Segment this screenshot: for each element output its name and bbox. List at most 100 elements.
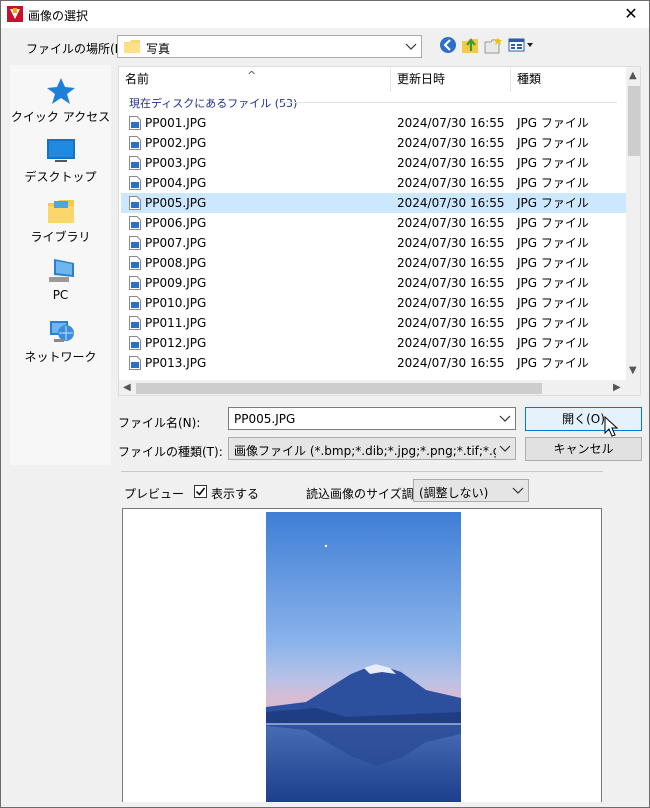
open-button[interactable]: 開く(O) — [525, 407, 642, 431]
scroll-right-icon[interactable]: ▶ — [613, 382, 621, 393]
file-name: PP001.JPG — [145, 116, 207, 130]
close-button[interactable]: ✕ — [619, 3, 643, 25]
file-name: PP003.JPG — [145, 156, 207, 170]
file-row[interactable]: PP011.JPG 2024/07/30 16:55 JPG ファイル — [121, 313, 626, 333]
place-label: デスクトップ — [24, 170, 97, 184]
jpg-file-icon — [129, 176, 141, 190]
column-header-type[interactable]: 種類 — [511, 67, 626, 92]
file-type: JPG ファイル — [517, 156, 589, 170]
column-header-label: 名前 — [125, 72, 150, 86]
star-icon — [46, 78, 75, 104]
back-icon[interactable] — [438, 35, 460, 55]
file-row[interactable]: PP013.JPG 2024/07/30 16:55 JPG ファイル — [121, 353, 626, 373]
open-button-label: 開く(O) — [562, 412, 605, 426]
scroll-up-icon[interactable]: ▲ — [629, 70, 637, 81]
file-name: PP005.JPG — [145, 196, 207, 210]
cancel-button-label: キャンセル — [553, 442, 614, 456]
vertical-scrollbar[interactable]: ▲ ▼ — [626, 67, 640, 380]
window-title: 画像の選択 — [28, 9, 89, 23]
filetype-dropdown[interactable]: 画像ファイル (*.bmp;*.dib;*.jpg;*.png;*.tif;*.… — [228, 437, 516, 460]
file-row[interactable]: PP008.JPG 2024/07/30 16:55 JPG ファイル — [121, 253, 626, 273]
file-type: JPG ファイル — [517, 236, 589, 250]
jpg-file-icon — [129, 116, 141, 130]
chevron-down-icon[interactable] — [499, 413, 511, 423]
lookin-dropdown[interactable]: 写真 — [117, 35, 422, 58]
column-header-date[interactable]: 更新日時 — [391, 67, 511, 92]
library-folder-icon — [47, 200, 74, 223]
places-bar: クイック アクセス デスクトップ ライブラリ PC ネットワーク — [10, 65, 111, 465]
jpg-file-icon — [129, 356, 141, 370]
file-row[interactable]: PP012.JPG 2024/07/30 16:55 JPG ファイル — [121, 333, 626, 353]
file-name: PP013.JPG — [145, 356, 207, 370]
chevron-down-icon — [499, 445, 511, 452]
size-adjust-label: 読込画像のサイズ調 — [306, 487, 414, 501]
file-name: PP010.JPG — [145, 296, 207, 310]
jpg-file-icon — [129, 156, 141, 170]
file-row[interactable]: PP001.JPG 2024/07/30 16:55 JPG ファイル — [121, 113, 626, 133]
dialog-window: 画像の選択 ✕ ファイルの場所(I): 写真 クイック アクセス デスクトップ … — [0, 0, 650, 808]
new-folder-icon[interactable] — [483, 35, 505, 55]
file-row[interactable]: PP005.JPG 2024/07/30 16:55 JPG ファイル — [121, 193, 626, 213]
file-date: 2024/07/30 16:55 — [397, 236, 505, 250]
preview-image — [266, 512, 461, 802]
file-row[interactable]: PP004.JPG 2024/07/30 16:55 JPG ファイル — [121, 173, 626, 193]
network-icon — [49, 321, 74, 342]
file-type: JPG ファイル — [517, 216, 589, 230]
filetype-label: ファイルの種類(T): — [118, 445, 223, 459]
checkmark-icon — [195, 487, 206, 496]
size-adjust-value: (調整しない) — [419, 486, 489, 500]
show-preview-label[interactable]: 表示する — [211, 485, 259, 502]
place-network[interactable]: ネットワーク — [10, 317, 111, 365]
size-adjust-dropdown[interactable]: (調整しない) — [413, 479, 529, 502]
file-row[interactable]: PP007.JPG 2024/07/30 16:55 JPG ファイル — [121, 233, 626, 253]
column-header-name[interactable]: ^ 名前 — [119, 67, 391, 92]
vertical-scroll-thumb[interactable] — [628, 86, 640, 156]
jpg-file-icon — [129, 276, 141, 290]
app-icon — [7, 6, 23, 22]
file-date: 2024/07/30 16:55 — [397, 176, 505, 190]
view-menu-icon[interactable] — [507, 35, 535, 55]
place-label: ネットワーク — [24, 350, 97, 364]
file-date: 2024/07/30 16:55 — [397, 276, 505, 290]
file-date: 2024/07/30 16:55 — [397, 196, 505, 210]
show-preview-checkbox[interactable] — [194, 485, 207, 498]
file-list[interactable]: ^ 名前 更新日時 種類 現在ディスクにあるファイル (53) PP001.JP… — [118, 66, 641, 396]
cancel-button[interactable]: キャンセル — [525, 437, 642, 461]
file-date: 2024/07/30 16:55 — [397, 216, 505, 230]
file-name: PP009.JPG — [145, 276, 207, 290]
file-row[interactable]: PP002.JPG 2024/07/30 16:55 JPG ファイル — [121, 133, 626, 153]
filename-input[interactable]: PP005.JPG — [228, 407, 516, 430]
scroll-left-icon[interactable]: ◀ — [123, 382, 131, 393]
file-row[interactable]: PP010.JPG 2024/07/30 16:55 JPG ファイル — [121, 293, 626, 313]
file-date: 2024/07/30 16:55 — [397, 356, 505, 370]
place-pc[interactable]: PC — [10, 257, 111, 302]
horizontal-scroll-thumb[interactable] — [136, 383, 542, 394]
column-header-label: 種類 — [517, 72, 542, 86]
filename-label: ファイル名(N): — [118, 416, 201, 430]
file-row[interactable]: PP006.JPG 2024/07/30 16:55 JPG ファイル — [121, 213, 626, 233]
place-library[interactable]: ライブラリ — [10, 197, 111, 245]
place-quick-access[interactable]: クイック アクセス — [10, 77, 111, 125]
up-folder-icon[interactable] — [460, 35, 482, 55]
title-bar: 画像の選択 ✕ — [1, 1, 649, 28]
file-date: 2024/07/30 16:55 — [397, 316, 505, 330]
file-row[interactable]: PP009.JPG 2024/07/30 16:55 JPG ファイル — [121, 273, 626, 293]
horizontal-scrollbar[interactable]: ◀ ▶ — [119, 380, 640, 395]
file-name: PP012.JPG — [145, 336, 207, 350]
jpg-file-icon — [129, 336, 141, 350]
file-name: PP011.JPG — [145, 316, 207, 330]
jpg-file-icon — [129, 136, 141, 150]
desktop-icon — [46, 139, 75, 162]
jpg-file-icon — [129, 256, 141, 270]
place-desktop[interactable]: デスクトップ — [10, 137, 111, 185]
jpg-file-icon — [129, 216, 141, 230]
file-date: 2024/07/30 16:55 — [397, 116, 505, 130]
file-row[interactable]: PP003.JPG 2024/07/30 16:55 JPG ファイル — [121, 153, 626, 173]
scroll-down-icon[interactable]: ▼ — [629, 365, 637, 376]
group-header[interactable]: 現在ディスクにあるファイル (53) — [129, 95, 297, 111]
computer-icon — [48, 259, 74, 282]
chevron-down-icon — [512, 487, 524, 494]
folder-icon — [124, 40, 140, 53]
file-name: PP006.JPG — [145, 216, 207, 230]
jpg-file-icon — [129, 316, 141, 330]
